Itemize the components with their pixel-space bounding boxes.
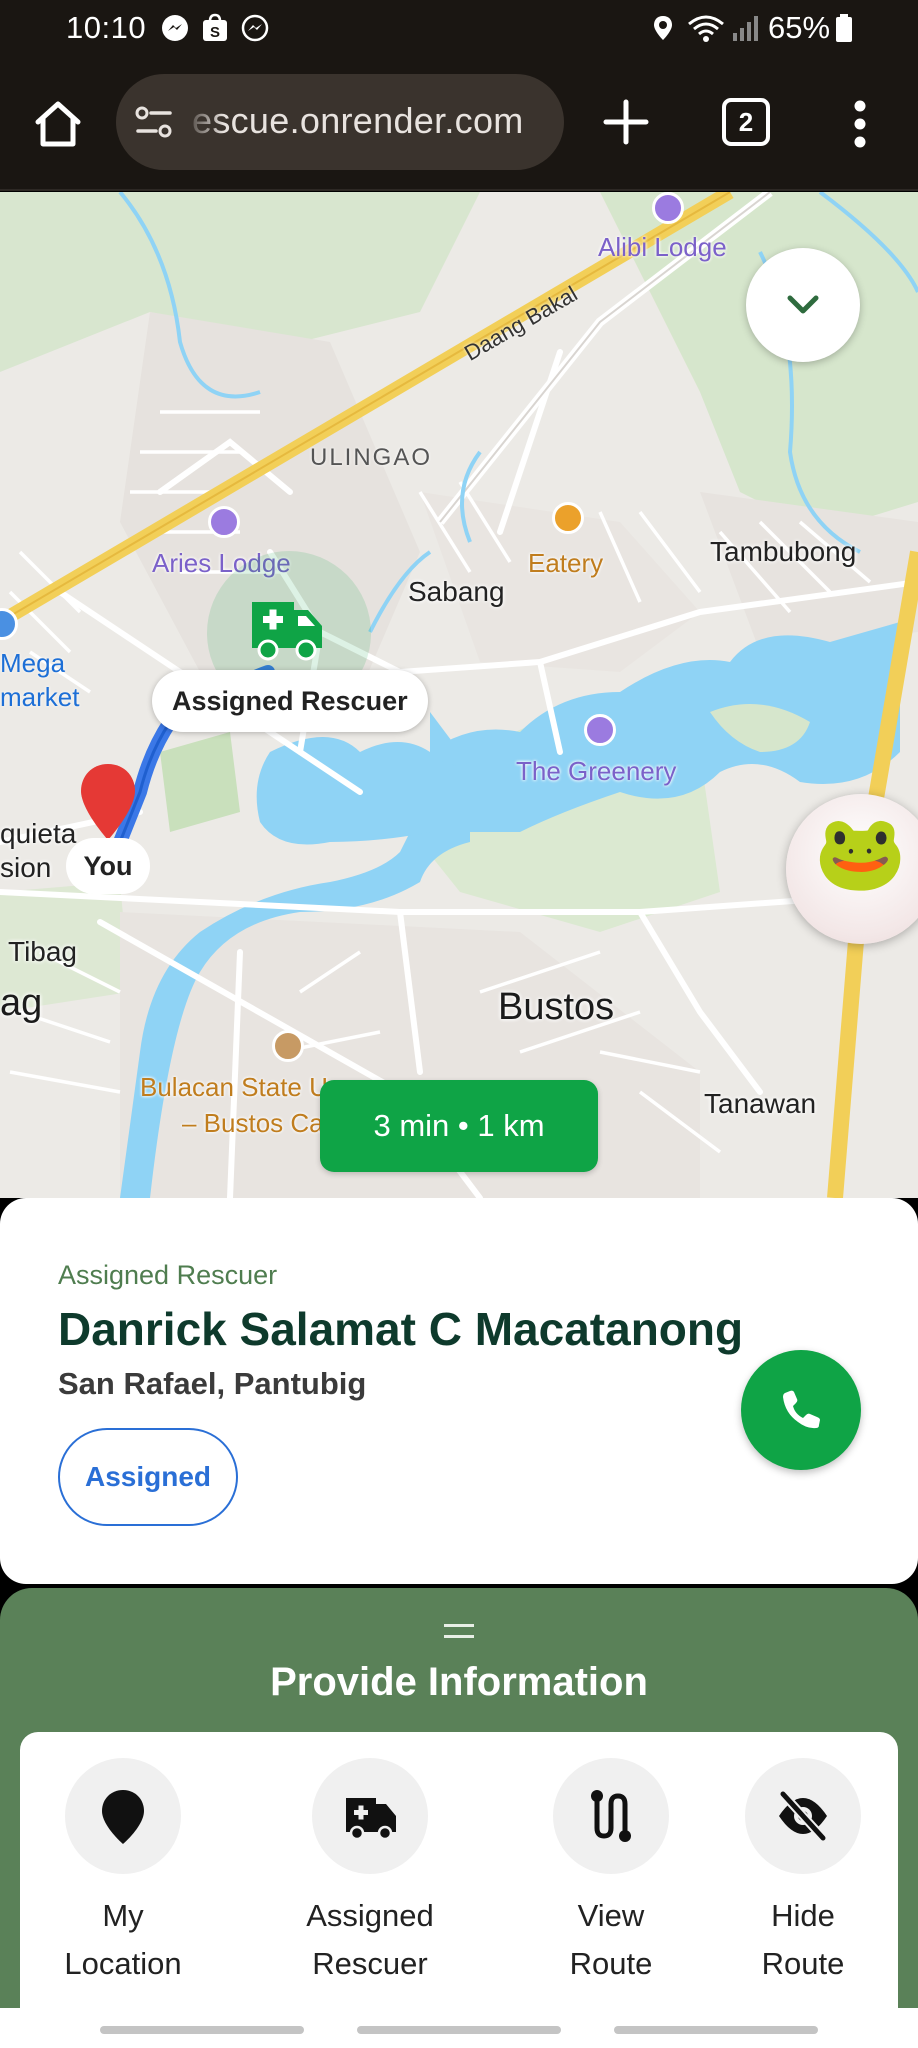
nav-back-handle[interactable] [614, 2026, 818, 2034]
signal-icon [733, 16, 758, 41]
call-rescuer-button[interactable] [741, 1350, 861, 1470]
status-bar: 10:10 S 65% [0, 0, 918, 56]
view-route-circle [553, 1758, 669, 1874]
map-label-mega: Mega [0, 648, 66, 678]
school-poi-icon[interactable] [272, 1030, 304, 1062]
provide-information-sheet: Provide Information My Location Assigned… [0, 1588, 918, 2022]
rescuer-name: Danrick Salamat C Macatanong [58, 1303, 744, 1355]
eta-badge: 3 min • 1 km [320, 1080, 598, 1172]
map-label-bulsu-line2: – Bustos Ca [182, 1108, 324, 1138]
map-label-market: market [0, 682, 80, 712]
assigned-rescuer-label: Assigned Rescuer [306, 1898, 434, 1981]
rescuer-marker-label: Assigned Rescuer [152, 670, 428, 732]
messenger-icon [241, 14, 269, 42]
status-badge: Assigned [58, 1428, 238, 1526]
restaurant-poi-icon[interactable] [552, 502, 584, 534]
battery-icon [836, 14, 852, 42]
frog-icon: 🐸 [814, 811, 907, 894]
user-location-pin-icon[interactable] [78, 762, 138, 842]
rescuer-card-caption: Assigned Rescuer [58, 1260, 278, 1290]
status-time: 10:10 [66, 10, 147, 45]
map-label-tambubong: Tambubong [710, 536, 857, 567]
nav-recents-handle[interactable] [100, 2026, 304, 2034]
shop-icon: S [203, 13, 227, 41]
chevron-down-icon [787, 295, 819, 314]
map-label-bulsu-line1: Bulacan State U [140, 1072, 328, 1102]
messenger-icon [162, 15, 188, 41]
map-label-quieta: quieta [0, 818, 77, 849]
my-location-label: My Location [64, 1898, 182, 1981]
location-icon [654, 16, 672, 40]
sheet-title: Provide Information [270, 1660, 648, 1704]
ambulance-icon [252, 602, 322, 661]
phone-icon [783, 1390, 820, 1429]
wifi-icon [688, 15, 724, 42]
nav-home-handle[interactable] [357, 2026, 561, 2034]
map-label-tibag: Tibag [8, 936, 78, 967]
view-route-button[interactable]: View Route [511, 1758, 711, 1988]
browser-toolbar: escue.onrender.com 2 [0, 56, 918, 191]
eye-slash-icon [778, 1789, 828, 1843]
url-text: escue.onrender.com [192, 100, 524, 141]
map-label-eatery: Eatery [528, 548, 604, 578]
collapse-map-button[interactable] [746, 248, 860, 362]
my-location-button[interactable]: My Location [23, 1758, 223, 1988]
user-marker-label: You [66, 838, 150, 894]
lodge-poi-icon[interactable] [584, 714, 616, 746]
rescuer-address: San Rafael, Pantubig [58, 1366, 367, 1401]
view-route-label: View Route [569, 1898, 653, 1981]
new-tab-icon[interactable] [600, 96, 652, 148]
tab-switcher-button[interactable]: 2 [722, 98, 770, 146]
map-label-ulingao: ULINGAO [310, 444, 433, 471]
system-navigation-bar [0, 2008, 918, 2048]
assigned-rescuer-circle [312, 1758, 428, 1874]
url-fade [184, 74, 224, 170]
sheet-drag-handle[interactable] [444, 1624, 474, 1638]
map-view[interactable]: Alibi Lodge Daang Bakal ULINGAO Aries Lo… [0, 192, 918, 1198]
location-pin-icon [102, 1790, 144, 1844]
lodge-poi-icon[interactable] [208, 506, 240, 538]
map-label-the-greenery: The Greenery [516, 756, 677, 786]
more-menu-icon[interactable] [840, 96, 880, 152]
map-label-tanawan: Tanawan [704, 1088, 817, 1119]
lodge-poi-icon[interactable] [652, 192, 684, 224]
hide-route-button[interactable]: Hide Route [703, 1758, 903, 1988]
hide-route-label: Hide Route [761, 1898, 845, 1981]
address-bar[interactable]: escue.onrender.com [116, 74, 564, 170]
action-panel: My Location Assigned Rescuer View Route … [20, 1732, 898, 2022]
my-location-circle [65, 1758, 181, 1874]
map-label-sion: sion [0, 852, 52, 883]
map-label-ag: ag [0, 982, 43, 1024]
map-label-alibi-lodge: Alibi Lodge [598, 232, 727, 262]
svg-text:S: S [210, 24, 220, 41]
route-icon [591, 1790, 631, 1842]
home-icon[interactable] [30, 96, 86, 152]
battery-percentage: 65% [768, 10, 831, 45]
map-label-bustos: Bustos [498, 986, 615, 1028]
assigned-rescuer-button[interactable]: Assigned Rescuer [270, 1758, 470, 1988]
rescuer-card: Assigned Rescuer Danrick Salamat C Macat… [0, 1198, 918, 1584]
ambulance-icon [346, 1798, 396, 1841]
hide-route-circle [745, 1758, 861, 1874]
map-label-sabang: Sabang [408, 576, 505, 607]
site-settings-icon[interactable] [134, 104, 174, 140]
